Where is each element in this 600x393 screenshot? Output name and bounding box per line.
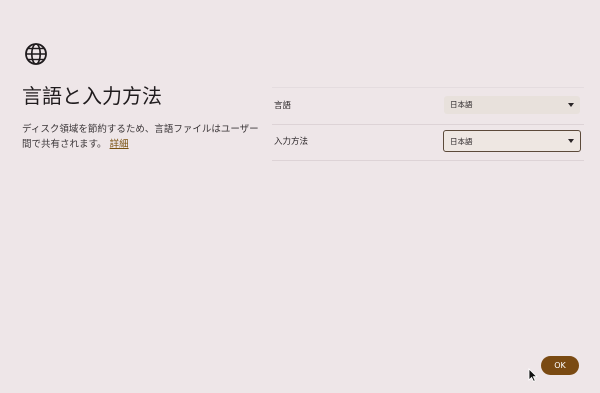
language-select[interactable]: 日本語 <box>444 96 580 114</box>
language-input-setup-screen: 言語と入力方法 ディスク領域を節約するため、言語ファイルはユーザー間で共有されま… <box>0 0 600 393</box>
language-select-value: 日本語 <box>450 100 473 109</box>
input-method-label: 入力方法 <box>274 137 309 147</box>
learn-more-link[interactable]: 詳細 <box>110 139 129 150</box>
input-method-select[interactable]: 日本語 <box>443 130 581 152</box>
chevron-down-icon <box>568 139 574 143</box>
input-method-select-value: 日本語 <box>450 137 473 146</box>
language-row: 言語 日本語 <box>272 87 584 125</box>
description-text: ディスク領域を節約するため、言語ファイルはユーザー間で共有されます。 <box>22 124 259 150</box>
globe-icon <box>25 43 47 65</box>
language-label: 言語 <box>274 101 292 111</box>
page-title: 言語と入力方法 <box>22 84 162 108</box>
mouse-cursor-icon <box>528 368 538 382</box>
ok-button[interactable]: OK <box>541 356 579 375</box>
input-method-row: 入力方法 日本語 <box>272 124 584 161</box>
chevron-down-icon <box>568 103 574 107</box>
page-description: ディスク領域を節約するため、言語ファイルはユーザー間で共有されます。 詳細 <box>22 122 262 152</box>
